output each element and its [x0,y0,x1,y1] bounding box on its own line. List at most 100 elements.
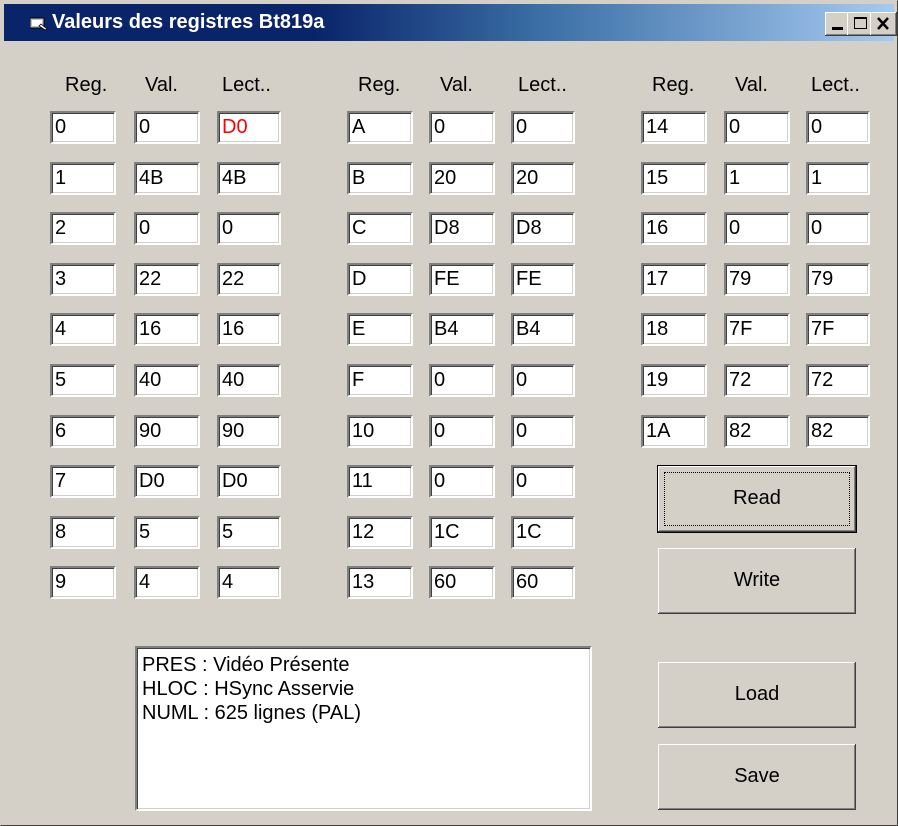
val-field[interactable]: D0 [134,465,200,498]
val-field[interactable]: 16 [134,313,200,346]
reg-field[interactable]: A [347,111,413,144]
reg-field[interactable]: 13 [347,566,413,599]
reg-field[interactable]: 9 [50,566,116,599]
read-button[interactable]: Read [658,466,856,532]
reg-field[interactable]: E [347,313,413,346]
lect-field[interactable]: 60 [511,566,575,599]
val-field[interactable]: 1C [429,516,495,549]
reg-field[interactable]: C [347,212,413,245]
val-field[interactable]: 0 [429,415,495,448]
lect-field[interactable]: 4B [217,162,281,195]
val-field[interactable]: 1 [724,162,790,195]
title-bar[interactable]: Valeurs des registres Bt819a [4,4,897,41]
val-field[interactable]: 4 [134,566,200,599]
close-button[interactable] [870,12,897,36]
reg-field[interactable]: 16 [641,212,707,245]
reg-field[interactable]: 3 [50,263,116,296]
reg-field[interactable]: 15 [641,162,707,195]
save-button[interactable]: Save [658,744,856,810]
write-button[interactable]: Write [658,548,856,614]
register-window: Valeurs des registres Bt819a Reg. Val. Lec… [0,0,898,826]
reg-field[interactable]: 17 [641,263,707,296]
val-field[interactable]: B4 [429,313,495,346]
reg-field[interactable]: 19 [641,364,707,397]
lect-field[interactable]: 1C [511,516,575,549]
reg-field[interactable]: 10 [347,415,413,448]
lect-field[interactable]: D0 [217,465,281,498]
reg-field[interactable]: F [347,364,413,397]
val-field[interactable]: 20 [429,162,495,195]
lect-field[interactable]: 5 [217,516,281,549]
reg-field[interactable]: 12 [347,516,413,549]
val-field[interactable]: 40 [134,364,200,397]
lect-field[interactable]: 0 [217,212,281,245]
header-lect-3: Lect.. [811,74,860,96]
reg-field[interactable]: 8 [50,516,116,549]
val-field[interactable]: 0 [134,212,200,245]
header-reg-3: Reg. [652,74,695,96]
load-button-label: Load [734,683,780,705]
status-textbox[interactable]: PRES : Vidéo Présente HLOC : HSync Asser… [135,646,592,811]
save-button-label: Save [734,765,780,787]
lect-field[interactable]: 20 [511,162,575,195]
header-val-1: Val. [145,74,178,96]
val-field[interactable]: D8 [429,212,495,245]
val-field[interactable]: 79 [724,263,790,296]
reg-field[interactable]: 2 [50,212,116,245]
val-field[interactable]: 0 [429,111,495,144]
header-val-3: Val. [735,74,768,96]
lect-field[interactable]: D0 [217,111,281,144]
lect-field[interactable]: 0 [806,212,870,245]
val-field[interactable]: 5 [134,516,200,549]
reg-field[interactable]: B [347,162,413,195]
reg-field[interactable]: 1A [641,415,707,448]
lect-field[interactable]: 90 [217,415,281,448]
val-field[interactable]: 60 [429,566,495,599]
lect-field[interactable]: 79 [806,263,870,296]
lect-field[interactable]: 22 [217,263,281,296]
val-field[interactable]: 0 [724,111,790,144]
header-lect-1: Lect.. [222,74,271,96]
val-field[interactable]: 7F [724,313,790,346]
reg-field[interactable]: 14 [641,111,707,144]
lect-field[interactable]: B4 [511,313,575,346]
lect-field[interactable]: 0 [511,415,575,448]
val-field[interactable]: 90 [134,415,200,448]
val-field[interactable]: 72 [724,364,790,397]
val-field[interactable]: 22 [134,263,200,296]
header-reg-2: Reg. [358,74,401,96]
lect-field[interactable]: 0 [806,111,870,144]
load-button[interactable]: Load [658,662,856,728]
lect-field[interactable]: 72 [806,364,870,397]
reg-field[interactable]: 0 [50,111,116,144]
lect-field[interactable]: 0 [511,364,575,397]
reg-field[interactable]: 7 [50,465,116,498]
close-icon [877,17,889,30]
val-field[interactable]: FE [429,263,495,296]
reg-field[interactable]: 4 [50,313,116,346]
lect-field[interactable]: D8 [511,212,575,245]
val-field[interactable]: 0 [134,111,200,144]
reg-field[interactable]: 11 [347,465,413,498]
val-field[interactable]: 4B [134,162,200,195]
reg-field[interactable]: 18 [641,313,707,346]
reg-field[interactable]: 1 [50,162,116,195]
app-icon [29,16,48,31]
val-field[interactable]: 0 [429,465,495,498]
lect-field[interactable]: 7F [806,313,870,346]
val-field[interactable]: 0 [724,212,790,245]
lect-field[interactable]: 0 [511,465,575,498]
header-reg-1: Reg. [65,74,108,96]
lect-field[interactable]: 82 [806,415,870,448]
val-field[interactable]: 82 [724,415,790,448]
val-field[interactable]: 0 [429,364,495,397]
lect-field[interactable]: 4 [217,566,281,599]
reg-field[interactable]: 5 [50,364,116,397]
lect-field[interactable]: 1 [806,162,870,195]
lect-field[interactable]: 16 [217,313,281,346]
reg-field[interactable]: 6 [50,415,116,448]
reg-field[interactable]: D [347,263,413,296]
lect-field[interactable]: 40 [217,364,281,397]
lect-field[interactable]: FE [511,263,575,296]
lect-field[interactable]: 0 [511,111,575,144]
